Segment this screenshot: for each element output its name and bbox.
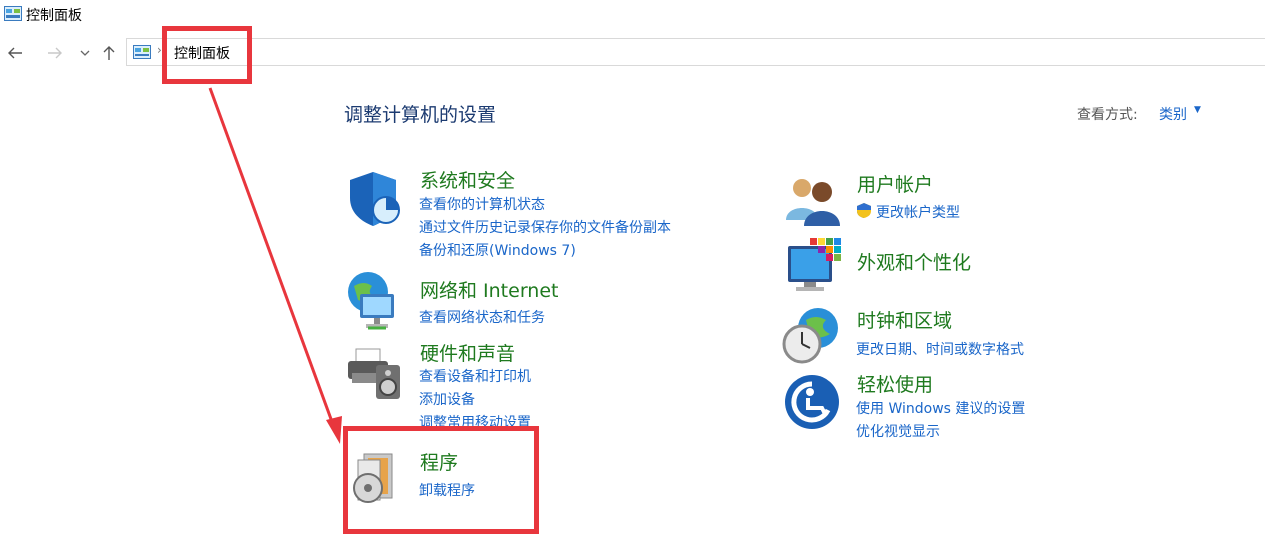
annotation-arrow [208, 87, 342, 444]
